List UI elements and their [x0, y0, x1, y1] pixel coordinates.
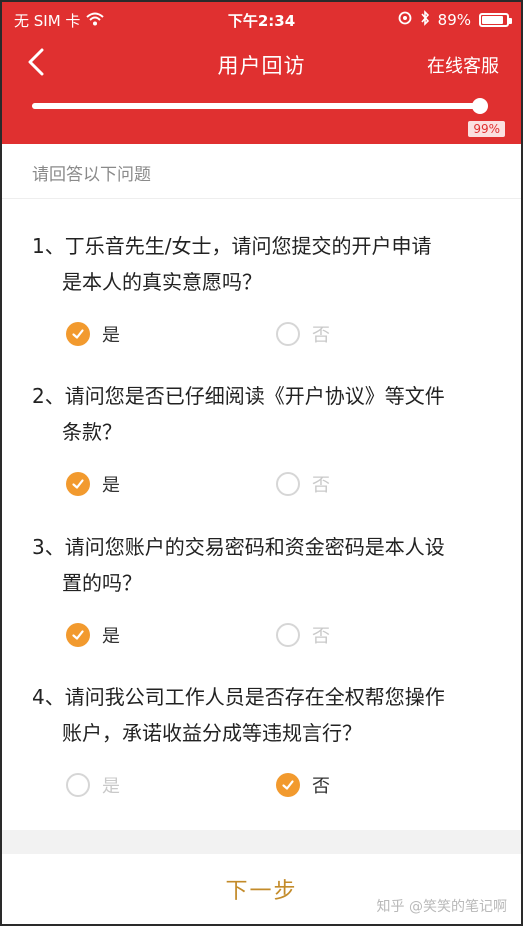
battery-icon — [479, 13, 512, 27]
question-2-line-1: 2、请问您是否已仔细阅读《开户协议》等文件 — [32, 384, 445, 408]
divider — [2, 198, 521, 199]
radio-unchecked-icon — [276, 472, 300, 496]
question-1: 1、丁乐音先生/女士，请问您提交的开户申请 是本人的真实意愿吗？ — [32, 228, 492, 300]
question-2-line-2: 条款？ — [62, 420, 122, 444]
question-3-line-2: 置的吗？ — [62, 571, 142, 595]
question-4-option-yes[interactable]: 是 — [66, 772, 120, 798]
question-3-line-1: 3、请问您账户的交易密码和资金密码是本人设 — [32, 535, 445, 559]
radio-checked-icon — [66, 472, 90, 496]
header: 无 SIM 卡 下午2:34 89% 用户回访 在线客服 99% — [2, 2, 521, 144]
hint-text: 请回答以下问题 — [32, 165, 151, 185]
progress-knob — [472, 98, 489, 114]
question-1-line-2: 是本人的真实意愿吗？ — [62, 270, 262, 294]
radio-checked-icon — [66, 623, 90, 647]
question-2-option-yes[interactable]: 是 — [66, 471, 120, 497]
nav-bar: 用户回访 在线客服 — [2, 42, 521, 86]
question-4-line-1: 4、请问我公司工作人员是否存在全权帮您操作 — [32, 685, 445, 709]
option-label: 否 — [312, 776, 330, 797]
option-label: 是 — [102, 475, 120, 496]
question-2-option-no[interactable]: 否 — [276, 471, 330, 497]
radio-checked-icon — [66, 322, 90, 346]
question-4: 4、请问我公司工作人员是否存在全权帮您操作 账户，承诺收益分成等违规言行？ — [32, 679, 492, 751]
option-label: 否 — [312, 325, 330, 346]
progress-label: 99% — [468, 121, 505, 137]
online-service-button[interactable]: 在线客服 — [427, 52, 499, 78]
option-label: 否 — [312, 475, 330, 496]
question-4-line-2: 账户，承诺收益分成等违规言行？ — [62, 721, 362, 745]
question-3-option-no[interactable]: 否 — [276, 622, 330, 648]
option-label: 否 — [312, 626, 330, 647]
radio-unchecked-icon — [276, 623, 300, 647]
question-1-line-1: 1、丁乐音先生/女士，请问您提交的开户申请 — [32, 234, 432, 258]
question-2: 2、请问您是否已仔细阅读《开户协议》等文件 条款？ — [32, 378, 492, 450]
radio-unchecked-icon — [276, 322, 300, 346]
progress-bar — [32, 98, 489, 114]
watermark: 知乎 @笑笑的笔记啊 — [376, 899, 507, 915]
radio-checked-icon — [276, 773, 300, 797]
progress-fill — [32, 103, 481, 109]
option-label: 是 — [102, 776, 120, 797]
question-3: 3、请问您账户的交易密码和资金密码是本人设 置的吗？ — [32, 529, 492, 601]
option-label: 是 — [102, 325, 120, 346]
radio-unchecked-icon — [66, 773, 90, 797]
option-label: 是 — [102, 626, 120, 647]
battery-percent: 89% — [437, 11, 471, 29]
location-icon — [398, 11, 412, 29]
app-frame: 无 SIM 卡 下午2:34 89% 用户回访 在线客服 99% 请回答以下问题… — [0, 0, 523, 926]
question-1-option-no[interactable]: 否 — [276, 321, 330, 347]
status-bar: 无 SIM 卡 下午2:34 89% — [2, 2, 521, 36]
bottom-separator — [2, 830, 521, 854]
question-3-option-yes[interactable]: 是 — [66, 622, 120, 648]
question-1-option-yes[interactable]: 是 — [66, 321, 120, 347]
question-4-option-no[interactable]: 否 — [276, 772, 330, 798]
bluetooth-icon — [420, 10, 430, 30]
